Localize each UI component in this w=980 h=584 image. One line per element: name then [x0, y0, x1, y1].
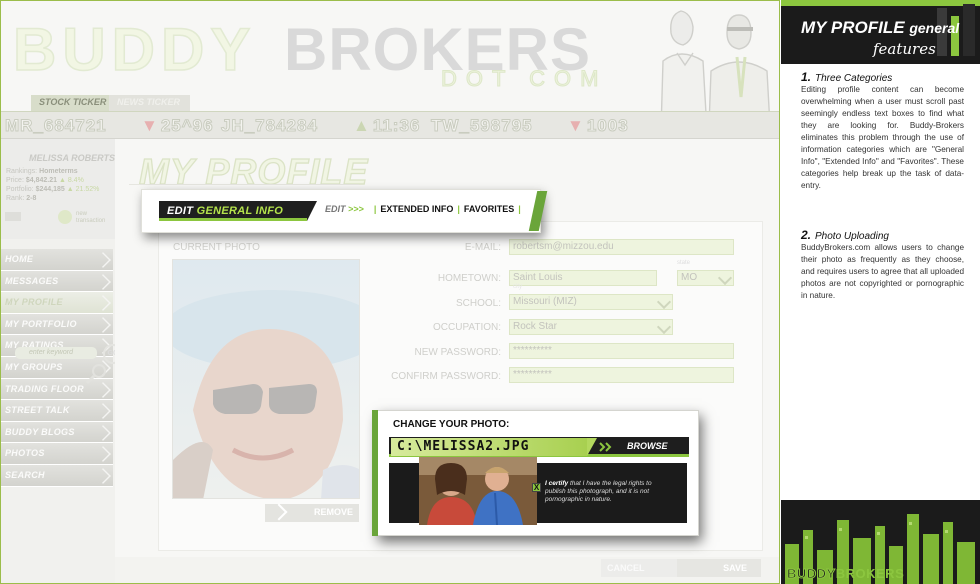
email-field[interactable]: robertsm@mizzou.edu [509, 239, 734, 255]
notes-body-1: Editing profile content can become overw… [801, 85, 964, 190]
plus-icon [58, 210, 72, 224]
tab-news-ticker[interactable]: NEWS TICKER [109, 95, 190, 111]
nav-item-home[interactable]: HOME [1, 249, 113, 271]
ticker-item: MR_684721 [5, 116, 107, 136]
notes-title: MY PROFILE general [801, 18, 960, 37]
nav-item-buddy-blogs[interactable]: BUDDY BLOGS [1, 421, 113, 444]
school-label: SCHOOL: [455, 298, 501, 309]
user-dropdown[interactable] [5, 212, 21, 221]
chevron-icon [95, 446, 111, 463]
user-name: MELISSA ROBERTS [29, 153, 116, 163]
nav-item-messages[interactable]: MESSAGES [1, 270, 113, 293]
left-sidebar: MELISSA ROBERTS Rankings: Hometerms Pric… [1, 139, 115, 583]
current-photo [172, 259, 360, 499]
notes-body-2: BuddyBrokers.com allows users to change … [801, 243, 964, 300]
occupation-select[interactable]: Rock Star [509, 319, 673, 335]
edit-links: EDIT >>> | EXTENDED INFO | FAVORITES | [325, 204, 521, 214]
logo-dotcom: DOT COM [440, 66, 608, 92]
ticker-item: ▼ 25^96 [141, 116, 214, 136]
certify-checkbox[interactable]: X [532, 483, 541, 492]
ticker-item: ▲ 11:36 [353, 116, 421, 136]
state-label: state [677, 260, 691, 266]
certify-text: I certify that I have the legal rights t… [545, 480, 652, 503]
page: BUDDY BROKERS DOT COM STOCK TICKER NEWS … [0, 0, 980, 584]
browse-button[interactable]: BROWSE [627, 441, 668, 451]
new-password-field[interactable]: ********** [509, 343, 734, 359]
nav-item-my-profile[interactable]: MY PROFILE [1, 292, 113, 314]
new-password-label: NEW PASSWORD: [414, 347, 501, 358]
notes-subtitle: features [873, 40, 936, 58]
school-select[interactable]: Missouri (MIZ) [509, 294, 673, 310]
occupation-label: OCCUPATION: [433, 322, 501, 333]
cancel-button[interactable]: CANCEL [601, 559, 679, 577]
chevrons-icon [599, 442, 612, 452]
city-label: city [513, 284, 522, 290]
tab-favorites[interactable]: FAVORITES [464, 204, 514, 214]
change-photo-title: CHANGE YOUR PHOTO: [393, 419, 510, 430]
stock-ticker: MR_684721 ▼ 25^96 JH_784284 ▲ 11:36 TW_598… [1, 111, 779, 139]
footer-logo: BUDDYBROKERS [787, 566, 905, 582]
hometown-label: HOMETOWN: [437, 273, 501, 284]
user-summary: MELISSA ROBERTS Rankings: Hometerms Pric… [1, 139, 115, 239]
new-transaction-button[interactable]: new transaction [58, 209, 114, 225]
current-photo-label: CURRENT PHOTO [173, 242, 260, 253]
search-input[interactable]: enter keyword [15, 347, 97, 359]
magnifier-icon [85, 364, 106, 385]
confirm-password-label: CONFIRM PASSWORD: [391, 371, 501, 382]
title-divider [129, 184, 359, 185]
user-stat: Portfolio: $244,185 ▲ 21.52% [6, 186, 100, 193]
ticker-item: ▼ 1003 [567, 116, 629, 136]
user-stat: Rankings: Hometerms [6, 168, 78, 175]
nav-item-my-portfolio[interactable]: MY PORTFOLIO [1, 313, 113, 336]
page-title: MY PROFILE [138, 150, 369, 192]
new-photo-preview [419, 457, 537, 525]
chevron-icon [95, 252, 111, 268]
website-mockup: BUDDY BROKERS DOT COM STOCK TICKER NEWS … [0, 0, 780, 584]
chevron-icon [95, 316, 111, 333]
notes-heading-1: 1. Three Categories [801, 70, 893, 84]
chevron-icon [95, 295, 111, 312]
chevron-icon [95, 468, 111, 484]
user-stat: Price: $4,842.21 ▲ 8.4% [6, 177, 84, 184]
file-path-input[interactable]: C:\MELISSA2.JPG [391, 438, 597, 456]
notes-heading-2: 2. Photo Uploading [801, 228, 889, 242]
save-button[interactable]: SAVE [677, 559, 761, 577]
ticker-item: JH_784284 [221, 116, 318, 136]
hometown-city-field[interactable]: Saint Louis [509, 270, 657, 286]
nav-item-photos[interactable]: PHOTOS [1, 443, 113, 465]
feature-notes: MY PROFILE general features 1. Three Cate… [781, 0, 980, 584]
email-label: E-MAIL: [464, 242, 501, 253]
tab-general-info[interactable]: EDIT GENERAL INFO [159, 201, 317, 221]
chevron-icon [95, 424, 111, 441]
confirm-password-field[interactable]: ********** [509, 367, 734, 383]
portrait-image [173, 260, 359, 498]
tab-stock-ticker[interactable]: STOCK TICKER [31, 95, 117, 111]
tab-extended-info[interactable]: EXTENDED INFO [380, 204, 453, 214]
chevron-icon [95, 403, 111, 420]
state-select[interactable]: MO [677, 270, 734, 286]
remove-photo-button[interactable]: REMOVE [265, 504, 359, 522]
logo-buddy: BUDDY [12, 15, 257, 84]
user-stat: Rank: 2-8 [6, 195, 37, 202]
ticker-item: TW_598795 [431, 116, 533, 136]
chevron-icon [95, 273, 111, 290]
nav-item-search[interactable]: SEARCH [1, 464, 113, 487]
nav-item-street-talk[interactable]: STREET TALK [1, 400, 113, 422]
